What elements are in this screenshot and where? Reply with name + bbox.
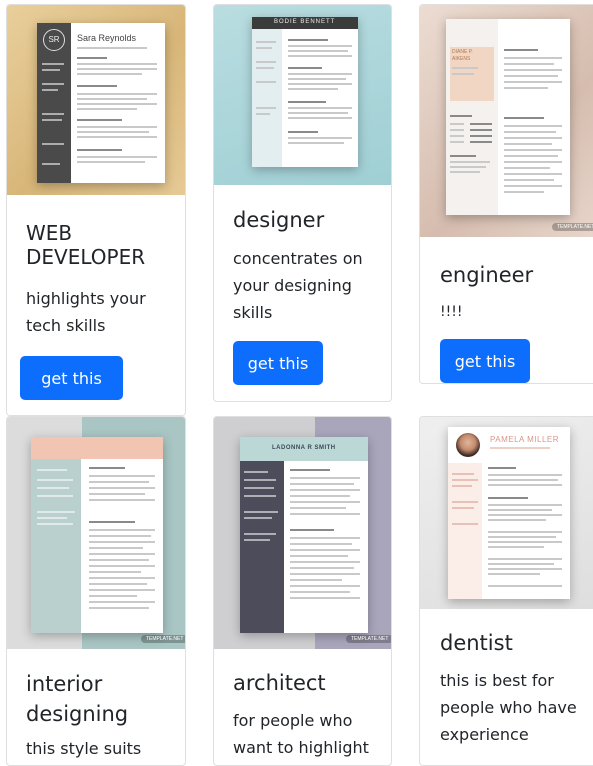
resume-name: LADONNA R SMITH	[272, 445, 336, 451]
template-card-designer: BODIE BENNETT designer concentrates on y…	[213, 4, 392, 402]
resume-preview-image: SR Sara Reynolds	[7, 5, 185, 195]
monogram-circle: SR	[43, 29, 65, 51]
resume-name: PAMELA MILLER	[490, 435, 560, 444]
card-title: interior designing	[26, 672, 129, 726]
card-description: concentrates on your designing skills	[233, 249, 363, 322]
get-this-button[interactable]: get this	[440, 339, 530, 383]
get-this-button[interactable]: get this	[20, 356, 123, 400]
card-title: engineer	[440, 263, 534, 287]
resume-preview-image: DIANE P. AIKENS TEMPLATE.NET	[420, 5, 593, 237]
get-this-button[interactable]: get this	[233, 341, 323, 385]
resume-preview-image: TEMPLATE.NET	[7, 417, 185, 649]
card-description: this is best for people who have experie…	[440, 671, 577, 744]
template-card-dentist: PAMELA MILLER dentist this is best for p…	[419, 416, 593, 766]
resume-photo	[456, 433, 480, 457]
card-description: highlights your tech skills	[26, 289, 146, 335]
resume-preview-image: BODIE BENNETT	[214, 5, 391, 185]
template-card-architect: LADONNA R SMITH TEMPLATE.NET architect f…	[213, 416, 392, 766]
resume-name: DIANE P. AIKENS	[452, 49, 473, 62]
template-badge: TEMPLATE.NET	[141, 635, 185, 643]
template-card-web-developer: SR Sara Reynolds WEB DEVELOPER highlight…	[6, 4, 186, 416]
template-card-interior-designing: TEMPLATE.NET interior designing this sty…	[6, 416, 186, 766]
resume-preview-image: LADONNA R SMITH TEMPLATE.NET	[214, 417, 391, 649]
card-title: WEB DEVELOPER	[26, 221, 146, 269]
template-badge: TEMPLATE.NET	[552, 223, 593, 231]
card-title: dentist	[440, 631, 513, 655]
resume-preview-image: PAMELA MILLER	[420, 417, 593, 609]
card-description: for people who want to highlight	[233, 711, 369, 757]
template-card-engineer: DIANE P. AIKENS TEMPLATE.NET engineer !!…	[419, 4, 593, 384]
card-title: designer	[233, 208, 325, 232]
template-badge: TEMPLATE.NET	[346, 635, 391, 643]
card-description: !!!!	[440, 304, 463, 320]
resume-name: BODIE BENNETT	[274, 19, 336, 25]
card-title: architect	[233, 671, 326, 695]
resume-name: Sara Reynolds	[77, 33, 137, 43]
